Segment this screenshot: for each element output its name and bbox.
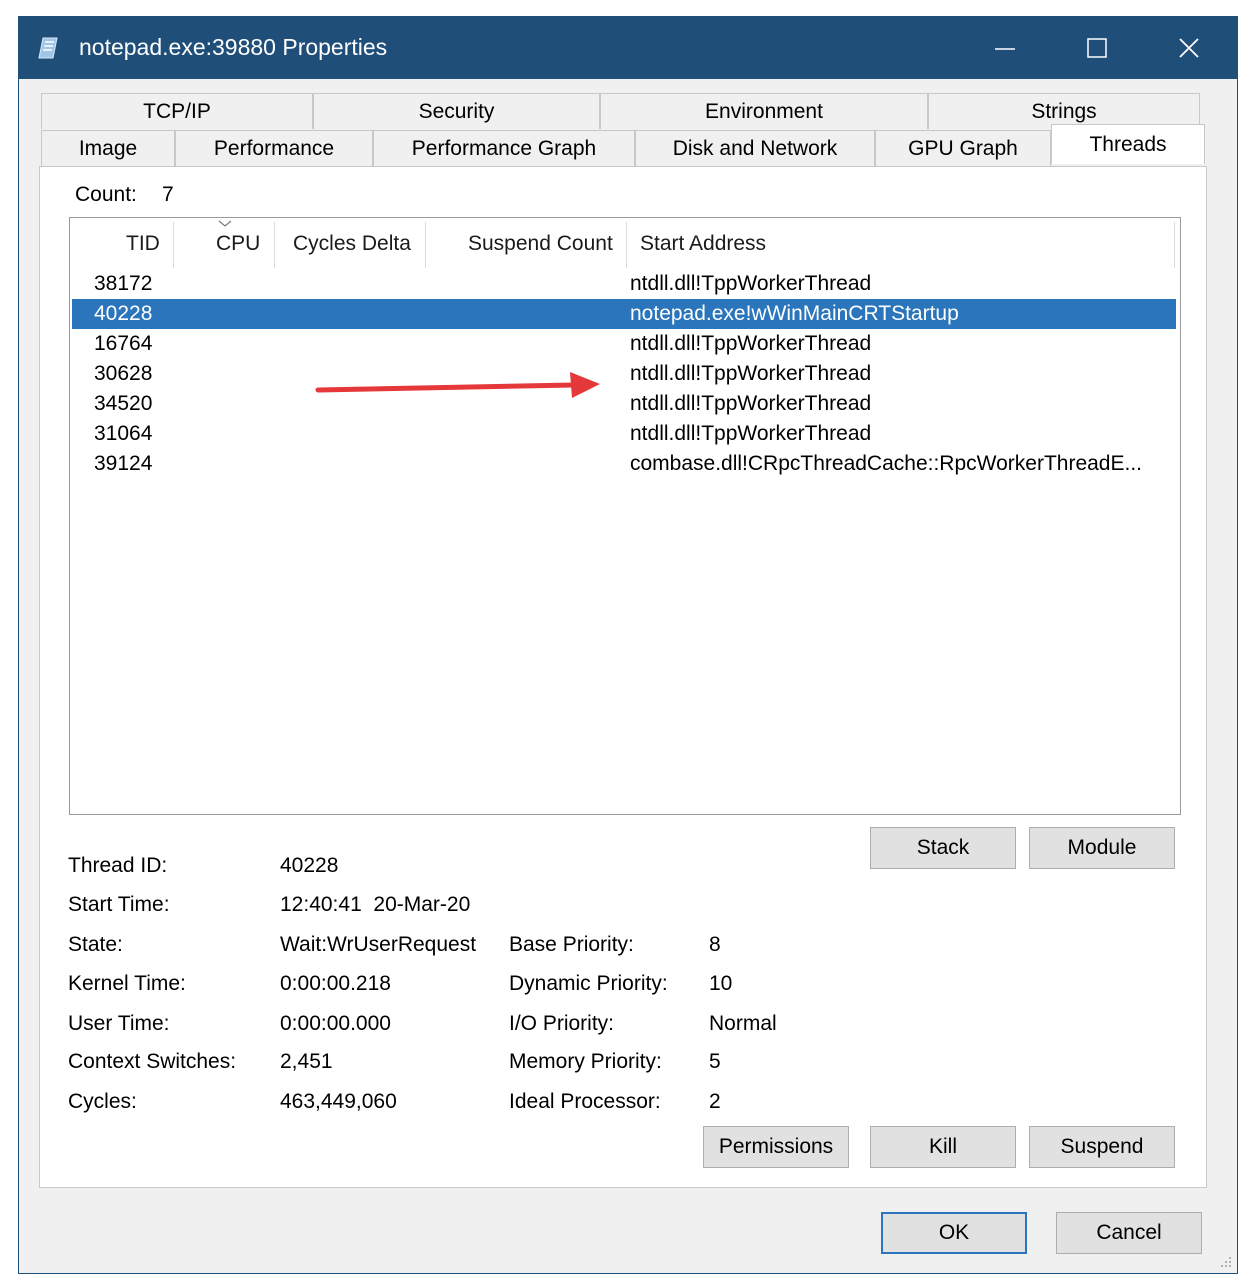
- thread-tid: 34520: [94, 392, 153, 415]
- memory-priority-label: Memory Priority:: [509, 1050, 662, 1073]
- tab-gpu-graph[interactable]: GPU Graph: [875, 130, 1051, 166]
- thread-row[interactable]: 38172 ntdll.dll!TppWorkerThread: [72, 269, 1176, 299]
- module-button[interactable]: Module: [1029, 827, 1175, 869]
- base-priority-label: Base Priority:: [509, 933, 634, 956]
- window-title: notepad.exe:39880 Properties: [79, 34, 388, 60]
- io-priority-value: Normal: [709, 1012, 777, 1035]
- column-divider[interactable]: [173, 222, 174, 268]
- close-button[interactable]: [1143, 17, 1235, 79]
- thread-start-address: ntdll.dll!TppWorkerThread: [630, 422, 872, 445]
- permissions-button[interactable]: Permissions: [703, 1126, 849, 1168]
- thread-tid: 39124: [94, 452, 153, 475]
- start-time-label: Start Time:: [68, 893, 170, 916]
- thread-start-address: ntdll.dll!TppWorkerThread: [630, 332, 872, 355]
- tab-threads[interactable]: Threads: [1051, 124, 1205, 164]
- maximize-button[interactable]: [1051, 17, 1143, 79]
- io-priority-label: I/O Priority:: [509, 1012, 615, 1035]
- thread-tid: 30628: [94, 362, 153, 385]
- tab-tcpip[interactable]: TCP/IP: [41, 93, 313, 129]
- state-value: Wait:WrUserRequest: [280, 933, 477, 956]
- tab-security[interactable]: Security: [313, 93, 600, 129]
- thread-start-address: notepad.exe!wWinMainCRTStartup: [630, 302, 959, 325]
- thread-row[interactable]: 30628 ntdll.dll!TppWorkerThread: [72, 359, 1176, 389]
- annotation-arrow-icon: [315, 372, 600, 398]
- sort-descending-icon: [218, 220, 232, 227]
- tab-performance-graph[interactable]: Performance Graph: [373, 130, 635, 166]
- properties-window: notepad.exe:39880 Properties TCP/IP Secu…: [18, 16, 1238, 1274]
- column-divider[interactable]: [425, 222, 426, 268]
- memory-priority-value: 5: [709, 1050, 721, 1073]
- thread-start-address: ntdll.dll!TppWorkerThread: [630, 362, 872, 385]
- kill-button[interactable]: Kill: [870, 1126, 1016, 1168]
- kernel-time-label: Kernel Time:: [68, 972, 186, 995]
- cycles-value: 463,449,060: [280, 1090, 397, 1113]
- column-divider[interactable]: [274, 222, 275, 268]
- dynamic-priority-value: 10: [709, 972, 733, 995]
- thread-tid: 31064: [94, 422, 153, 445]
- base-priority-value: 8: [709, 933, 721, 956]
- thread-tid: 40228: [94, 302, 153, 325]
- tab-image[interactable]: Image: [41, 130, 175, 166]
- dynamic-priority-label: Dynamic Priority:: [509, 972, 668, 995]
- thread-row[interactable]: 39124 combase.dll!CRpcThreadCache::RpcWo…: [72, 449, 1176, 479]
- thread-id-label: Thread ID:: [68, 854, 168, 877]
- ideal-processor-value: 2: [709, 1090, 721, 1113]
- context-switches-label: Context Switches:: [68, 1050, 237, 1073]
- thread-tid: 16764: [94, 332, 153, 355]
- tab-performance[interactable]: Performance: [175, 130, 373, 166]
- context-switches-value: 2,451: [280, 1050, 333, 1073]
- column-header-start-address[interactable]: Start Address: [640, 218, 766, 268]
- user-time-value: 0:00:00.000: [280, 1012, 391, 1035]
- thread-start-address: combase.dll!CRpcThreadCache::RpcWorkerTh…: [630, 452, 1142, 475]
- thread-row-selected[interactable]: 40228 notepad.exe!wWinMainCRTStartup: [72, 299, 1176, 329]
- ok-button[interactable]: OK: [881, 1212, 1027, 1254]
- column-divider[interactable]: [626, 222, 627, 268]
- kernel-time-value: 0:00:00.218: [280, 972, 391, 995]
- resize-grip-icon[interactable]: [1219, 1255, 1233, 1269]
- maximize-icon: [1087, 38, 1107, 58]
- thread-start-address: ntdll.dll!TppWorkerThread: [630, 272, 872, 295]
- title-bar[interactable]: notepad.exe:39880 Properties: [19, 17, 1237, 79]
- cycles-label: Cycles:: [68, 1090, 137, 1113]
- column-header-cycles-delta[interactable]: Cycles Delta: [293, 218, 411, 268]
- thread-row[interactable]: 31064 ntdll.dll!TppWorkerThread: [72, 419, 1176, 449]
- thread-start-address: ntdll.dll!TppWorkerThread: [630, 392, 872, 415]
- suspend-button[interactable]: Suspend: [1029, 1126, 1175, 1168]
- minimize-button[interactable]: [959, 17, 1051, 79]
- thread-tid: 38172: [94, 272, 153, 295]
- tab-disk-and-network[interactable]: Disk and Network: [635, 130, 875, 166]
- threads-panel: Count: 7 TID CPU Cycles Delta Suspend Co…: [39, 166, 1207, 1188]
- count-label: Count:: [75, 183, 137, 206]
- column-header-suspend-count[interactable]: Suspend Count: [468, 218, 613, 268]
- tab-environment[interactable]: Environment: [600, 93, 928, 129]
- cancel-button[interactable]: Cancel: [1056, 1212, 1202, 1254]
- state-label: State:: [68, 933, 123, 956]
- start-time-value: 12:40:41 20-Mar-20: [280, 893, 471, 916]
- thread-id-value: 40228: [280, 854, 339, 877]
- ideal-processor-label: Ideal Processor:: [509, 1090, 661, 1113]
- count-value: 7: [162, 183, 174, 206]
- column-divider[interactable]: [1174, 222, 1175, 268]
- thread-row[interactable]: 16764 ntdll.dll!TppWorkerThread: [72, 329, 1176, 359]
- close-icon: [1179, 38, 1199, 58]
- thread-row[interactable]: 34520 ntdll.dll!TppWorkerThread: [72, 389, 1176, 419]
- threads-list[interactable]: TID CPU Cycles Delta Suspend Count Start…: [69, 217, 1181, 815]
- column-header-tid[interactable]: TID: [126, 218, 160, 268]
- notepad-icon: [37, 36, 61, 60]
- minimize-icon: [995, 48, 1015, 50]
- stack-button[interactable]: Stack: [870, 827, 1016, 869]
- user-time-label: User Time:: [68, 1012, 170, 1035]
